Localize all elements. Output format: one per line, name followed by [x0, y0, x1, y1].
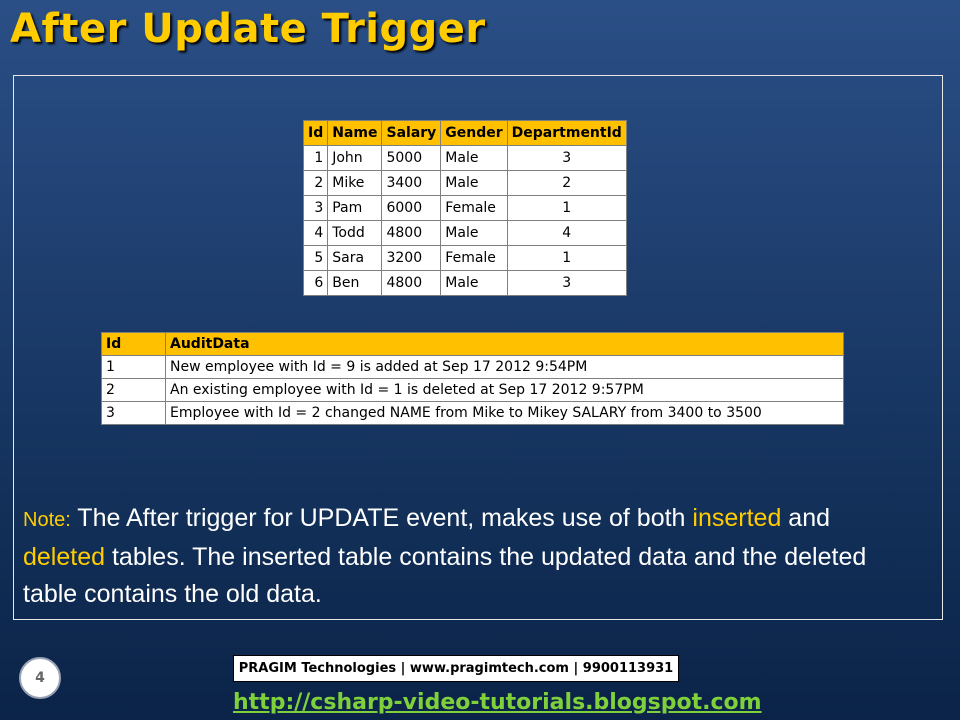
cell-gender: Male — [440, 270, 508, 296]
header-audit-data: AuditData — [165, 332, 844, 356]
cell-department-id: 3 — [506, 145, 627, 171]
cell-gender: Female — [440, 245, 508, 271]
header-department-id: DepartmentId — [506, 120, 627, 146]
cell-name: Pam — [327, 195, 383, 221]
audit-table: Id AuditData 1 New employee with Id = 9 … — [101, 332, 844, 425]
cell-name: Mike — [327, 170, 383, 196]
cell-audit-id: 2 — [101, 378, 166, 402]
cell-gender: Male — [440, 170, 508, 196]
note-label: Note: — [23, 509, 71, 531]
table-row: 5 Sara 3200 Female 1 — [302, 245, 627, 271]
cell-id: 6 — [302, 270, 329, 296]
cell-id: 1 — [302, 145, 329, 171]
note-inserted: inserted — [692, 504, 782, 532]
cell-audit-data: New employee with Id = 9 is added at Sep… — [165, 355, 844, 379]
table-header-row: Id AuditData — [101, 332, 844, 356]
cell-gender: Male — [440, 220, 508, 246]
note-part-1: The After trigger for UPDATE event, make… — [70, 504, 693, 532]
table-row: 4 Todd 4800 Male 4 — [302, 220, 627, 246]
cell-salary: 3400 — [381, 170, 442, 196]
cell-department-id: 1 — [506, 195, 627, 221]
header-salary: Salary — [381, 120, 442, 146]
header-id: Id — [302, 120, 329, 146]
cell-audit-data: Employee with Id = 2 changed NAME from M… — [165, 401, 844, 425]
cell-audit-id: 3 — [101, 401, 166, 425]
cell-name: Todd — [327, 220, 383, 246]
cell-id: 5 — [302, 245, 329, 271]
cell-salary: 6000 — [381, 195, 442, 221]
employee-table: Id Name Salary Gender DepartmentId 1 Joh… — [302, 120, 627, 296]
table-row: 1 New employee with Id = 9 is added at S… — [101, 355, 844, 379]
table-row: 6 Ben 4800 Male 3 — [302, 270, 627, 296]
cell-department-id: 1 — [506, 245, 627, 271]
cell-id: 2 — [302, 170, 329, 196]
cell-salary: 4800 — [381, 270, 442, 296]
company-info-box: PRAGIM Technologies | www.pragimtech.com… — [233, 655, 679, 682]
cell-name: Ben — [327, 270, 383, 296]
cell-salary: 5000 — [381, 145, 442, 171]
table-row: 3 Pam 6000 Female 1 — [302, 195, 627, 221]
cell-department-id: 3 — [506, 270, 627, 296]
cell-salary: 3200 — [381, 245, 442, 271]
note-deleted: deleted — [23, 543, 106, 571]
note-part-2: and — [781, 504, 831, 532]
table-row: 3 Employee with Id = 2 changed NAME from… — [101, 401, 844, 425]
header-gender: Gender — [440, 120, 508, 146]
header-audit-id: Id — [101, 332, 166, 356]
page-number-badge: 4 — [19, 657, 61, 699]
cell-id: 4 — [302, 220, 329, 246]
note-part-3: tables. The inserted table contains the … — [23, 543, 867, 608]
table-row: 2 Mike 3400 Male 2 — [302, 170, 627, 196]
table-row: 1 John 5000 Male 3 — [302, 145, 627, 171]
cell-id: 3 — [302, 195, 329, 221]
table-header-row: Id Name Salary Gender DepartmentId — [302, 120, 627, 146]
cell-name: Sara — [327, 245, 383, 271]
cell-audit-data: An existing employee with Id = 1 is dele… — [165, 378, 844, 402]
cell-gender: Male — [440, 145, 508, 171]
cell-department-id: 2 — [506, 170, 627, 196]
cell-gender: Female — [440, 195, 508, 221]
slide-title: After Update Trigger — [10, 6, 486, 52]
cell-salary: 4800 — [381, 220, 442, 246]
cell-department-id: 4 — [506, 220, 627, 246]
blog-link[interactable]: http://csharp-video-tutorials.blogspot.c… — [233, 690, 762, 715]
header-name: Name — [327, 120, 383, 146]
note-text: Note: The After trigger for UPDATE event… — [23, 500, 903, 613]
cell-audit-id: 1 — [101, 355, 166, 379]
cell-name: John — [327, 145, 383, 171]
table-row: 2 An existing employee with Id = 1 is de… — [101, 378, 844, 402]
